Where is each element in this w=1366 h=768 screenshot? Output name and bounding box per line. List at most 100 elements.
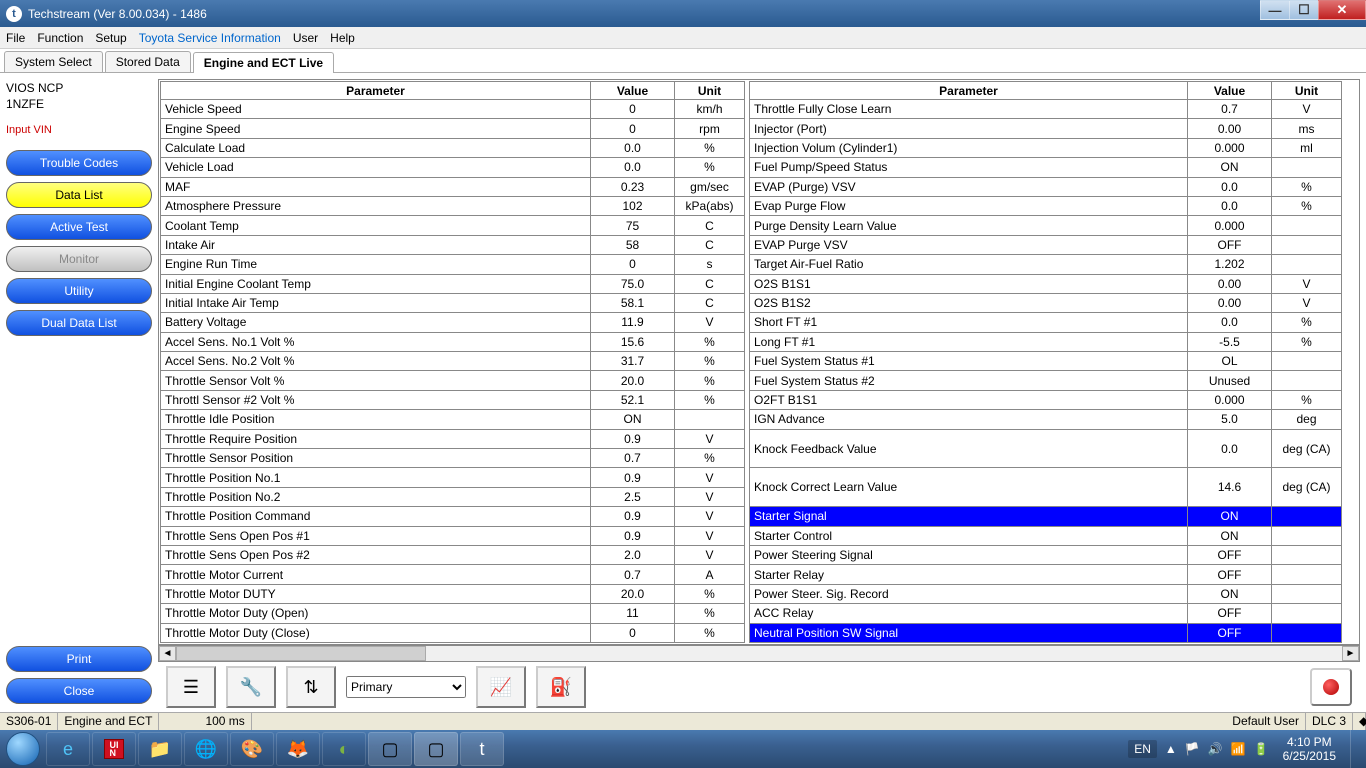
table-row[interactable]: Fuel Pump/Speed StatusON (750, 158, 1342, 177)
chrome-icon[interactable]: 🌐 (184, 732, 228, 766)
table-row[interactable]: Vehicle Speed0km/h (161, 100, 745, 119)
table-row[interactable]: Throttle Motor DUTY20.0% (161, 584, 745, 603)
tab-system-select[interactable]: System Select (4, 51, 103, 72)
scroll-left-icon[interactable]: ◄ (159, 646, 176, 661)
side-trouble-codes-button[interactable]: Trouble Codes (6, 150, 152, 176)
table-row[interactable]: Short FT #10.0% (750, 313, 1342, 332)
close-button[interactable]: Close (6, 678, 152, 704)
side-utility-button[interactable]: Utility (6, 278, 152, 304)
table-row[interactable]: O2S B1S20.00V (750, 293, 1342, 312)
table-row[interactable]: Neutral Position SW SignalOFF (750, 623, 1342, 642)
table-row[interactable]: Starter SignalON (750, 507, 1342, 526)
record-button[interactable] (1310, 668, 1352, 706)
side-active-test-button[interactable]: Active Test (6, 214, 152, 240)
table-row[interactable]: Battery Voltage11.9V (161, 313, 745, 332)
battery-icon[interactable]: 🔋 (1254, 742, 1269, 756)
table-row[interactable]: Throttle Motor Duty (Open)11% (161, 604, 745, 623)
table-row[interactable]: Throttle Fully Close Learn0.7V (750, 100, 1342, 119)
camtasia2-icon[interactable]: ▢ (414, 732, 458, 766)
table-row[interactable]: Vehicle Load0.0% (161, 158, 745, 177)
table-row[interactable]: Fuel System Status #2Unused (750, 371, 1342, 390)
table-row[interactable]: Throttle Position No.22.5V (161, 487, 745, 506)
table-row[interactable]: Initial Engine Coolant Temp75.0C (161, 274, 745, 293)
menu-function[interactable]: Function (37, 31, 83, 45)
menu-setup[interactable]: Setup (95, 31, 126, 45)
table-row[interactable]: MAF0.23gm/sec (161, 177, 745, 196)
side-dual-data-list-button[interactable]: Dual Data List (6, 310, 152, 336)
coccoc-icon[interactable]: ◐ (322, 732, 366, 766)
clock[interactable]: 4:10 PM 6/25/2015 (1277, 735, 1342, 764)
maximize-button[interactable]: ☐ (1289, 0, 1319, 20)
table-row[interactable]: Atmosphere Pressure102kPa(abs) (161, 196, 745, 215)
table-row[interactable]: Injection Volum (Cylinder1)0.000ml (750, 138, 1342, 157)
table-row[interactable]: EVAP (Purge) VSV0.0% (750, 177, 1342, 196)
table-row[interactable]: Initial Intake Air Temp58.1C (161, 293, 745, 312)
menu-help[interactable]: Help (330, 31, 355, 45)
table-row[interactable]: Throttle Motor Current0.7A (161, 565, 745, 584)
tray-up-icon[interactable]: ▲ (1165, 742, 1177, 756)
table-row[interactable]: Power Steering SignalOFF (750, 545, 1342, 564)
table-row[interactable]: Accel Sens. No.1 Volt %15.6% (161, 332, 745, 351)
table-row[interactable]: Throttle Require Position0.9V (161, 429, 745, 448)
ie-icon[interactable]: e (46, 732, 90, 766)
table-row[interactable]: Engine Run Time0s (161, 255, 745, 274)
table-row[interactable]: Throttle Sens Open Pos #10.9V (161, 526, 745, 545)
table-row[interactable]: Target Air-Fuel Ratio1.202 (750, 255, 1342, 274)
graph-button[interactable]: 📈 (476, 666, 526, 708)
tab-stored-data[interactable]: Stored Data (105, 51, 191, 72)
table-row[interactable]: Throttle Sens Open Pos #22.0V (161, 545, 745, 564)
table-row[interactable]: Long FT #1-5.5% (750, 332, 1342, 351)
table-row[interactable]: Coolant Temp75C (161, 216, 745, 235)
tab-engine-ect-live[interactable]: Engine and ECT Live (193, 52, 334, 73)
table-row[interactable]: Intake Air58C (161, 235, 745, 254)
scroll-right-icon[interactable]: ► (1342, 646, 1359, 661)
flag-icon[interactable]: 🏳️ (1185, 742, 1200, 756)
table-row[interactable]: Starter RelayOFF (750, 565, 1342, 584)
menu-file[interactable]: File (6, 31, 25, 45)
techstream-task-icon[interactable]: t (460, 732, 504, 766)
table-row[interactable]: Evap Purge Flow0.0% (750, 196, 1342, 215)
table-row[interactable]: Power Steer. Sig. RecordON (750, 584, 1342, 603)
data-table-left[interactable]: Parameter Value Unit Vehicle Speed0km/hE… (160, 81, 745, 643)
table-row[interactable]: Accel Sens. No.2 Volt %31.7% (161, 352, 745, 371)
unikey-icon[interactable]: UIN (92, 732, 136, 766)
table-row[interactable]: Engine Speed0rpm (161, 119, 745, 138)
firefox-icon[interactable]: 🦊 (276, 732, 320, 766)
horizontal-scrollbar[interactable]: ◄ ► (158, 645, 1360, 662)
table-row[interactable]: Calculate Load0.0% (161, 138, 745, 157)
print-button[interactable]: Print (6, 646, 152, 672)
table-row[interactable]: Throttle Position No.10.9V (161, 468, 745, 487)
scroll-thumb[interactable] (176, 646, 426, 661)
table-row[interactable]: Throttle Motor Duty (Close)0% (161, 623, 745, 642)
primary-select[interactable]: Primary (346, 676, 466, 698)
table-row[interactable]: Knock Feedback Value0.0deg (CA) (750, 429, 1342, 468)
side-monitor-button[interactable]: Monitor (6, 246, 152, 272)
network-icon[interactable]: 📶 (1231, 742, 1246, 756)
volume-icon[interactable]: 🔊 (1208, 742, 1223, 756)
sort-button[interactable]: ⇅ (286, 666, 336, 708)
table-row[interactable]: ACC RelayOFF (750, 604, 1342, 623)
input-vin-link[interactable]: Input VIN (6, 124, 152, 136)
table-row[interactable]: O2S B1S10.00V (750, 274, 1342, 293)
table-row[interactable]: Throttle Sensor Position0.7% (161, 449, 745, 468)
show-desktop-button[interactable] (1350, 730, 1362, 768)
start-button[interactable] (0, 730, 46, 768)
sensor-button[interactable]: 🔧 (226, 666, 276, 708)
table-row[interactable]: O2FT B1S10.000% (750, 390, 1342, 409)
table-row[interactable]: Purge Density Learn Value0.000 (750, 216, 1342, 235)
explorer-icon[interactable]: 📁 (138, 732, 182, 766)
paint-icon[interactable]: 🎨 (230, 732, 274, 766)
data-table-right[interactable]: Parameter Value Unit Throttle Fully Clos… (749, 81, 1342, 643)
menu-tsi[interactable]: Toyota Service Information (139, 31, 281, 45)
table-row[interactable]: Fuel System Status #1OL (750, 352, 1342, 371)
language-indicator[interactable]: EN (1128, 740, 1157, 758)
table-row[interactable]: Injector (Port)0.00ms (750, 119, 1342, 138)
camtasia-icon[interactable]: ▢ (368, 732, 412, 766)
table-row[interactable]: Throttl Sensor #2 Volt %52.1% (161, 390, 745, 409)
minimize-button[interactable]: — (1260, 0, 1290, 20)
fuel-graph-button[interactable]: ⛽ (536, 666, 586, 708)
table-row[interactable]: Throttle Idle PositionON (161, 410, 745, 429)
table-row[interactable]: Throttle Sensor Volt %20.0% (161, 371, 745, 390)
table-row[interactable]: Throttle Position Command0.9V (161, 507, 745, 526)
close-window-button[interactable]: ✕ (1318, 0, 1366, 20)
